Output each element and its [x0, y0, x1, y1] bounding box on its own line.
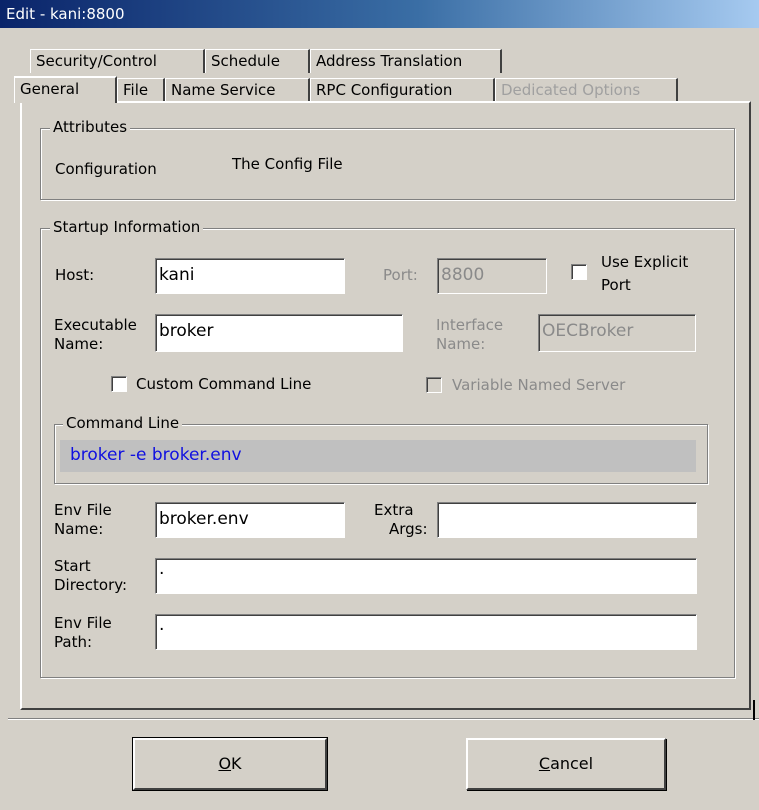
button-area-separator	[8, 718, 759, 720]
env-file-path-label-line1: Env File	[54, 614, 112, 632]
tab-schedule[interactable]: Schedule	[205, 49, 310, 73]
tab-rpc-configuration[interactable]: RPC Configuration	[310, 78, 495, 102]
command-line-display: broker -e broker.env	[60, 440, 696, 472]
tab-general[interactable]: General	[14, 76, 117, 103]
extra-args-label-line1: Extra	[374, 501, 414, 519]
env-file-name-input[interactable]: broker.env	[155, 502, 345, 538]
executable-name-label-line1: Executable	[54, 316, 137, 334]
extra-args-input[interactable]	[437, 502, 697, 538]
use-explicit-port-label-line2: Port	[601, 276, 631, 294]
env-file-path-label-line2: Path:	[54, 633, 93, 651]
tab-name-service[interactable]: Name Service	[165, 78, 310, 102]
env-file-name-label-line2: Name:	[54, 520, 104, 538]
executable-name-input[interactable]: broker	[155, 314, 403, 352]
tab-security-control[interactable]: Security/Control	[30, 49, 205, 73]
port-label: Port:	[383, 266, 418, 284]
extra-args-label-line2: Args:	[389, 520, 428, 538]
cancel-button[interactable]: Cancel	[466, 738, 666, 790]
interface-name-label-line2: Name:	[436, 335, 486, 353]
variable-named-server-checkbox[interactable]	[426, 377, 442, 393]
interface-name-label-line1: Interface	[436, 316, 504, 334]
window-title-bar[interactable]: Edit - kani:8800	[0, 0, 759, 28]
env-file-name-label-line1: Env File	[54, 501, 112, 519]
custom-command-line-checkbox[interactable]	[111, 376, 127, 392]
panel-edge-line	[753, 700, 755, 720]
env-file-path-input[interactable]: .	[155, 614, 697, 650]
interface-name-input[interactable]: OECBroker	[538, 314, 696, 352]
host-label: Host:	[55, 266, 95, 284]
configuration-label: Configuration	[55, 160, 157, 178]
custom-command-line-label: Custom Command Line	[136, 375, 312, 393]
configuration-value: The Config File	[232, 155, 343, 173]
host-input[interactable]: kani	[155, 258, 345, 294]
attributes-legend: Attributes	[50, 118, 131, 136]
start-directory-label-line1: Start	[54, 557, 91, 575]
tab-file[interactable]: File	[117, 78, 165, 102]
command-line-legend: Command Line	[63, 414, 183, 432]
start-directory-label-line2: Directory:	[54, 576, 128, 594]
use-explicit-port-label-line1: Use Explicit	[601, 253, 689, 271]
variable-named-server-label: Variable Named Server	[452, 376, 626, 394]
executable-name-label-line2: Name:	[54, 335, 104, 353]
use-explicit-port-checkbox[interactable]	[571, 264, 587, 280]
startup-information-legend: Startup Information	[50, 218, 204, 236]
start-directory-input[interactable]: .	[155, 558, 697, 594]
ok-button[interactable]: OK	[132, 737, 328, 791]
port-input[interactable]: 8800	[437, 258, 547, 294]
tab-address-translation[interactable]: Address Translation	[310, 49, 502, 73]
window-title: Edit - kani:8800	[6, 5, 125, 23]
tab-dedicated-options[interactable]: Dedicated Options	[495, 78, 678, 102]
